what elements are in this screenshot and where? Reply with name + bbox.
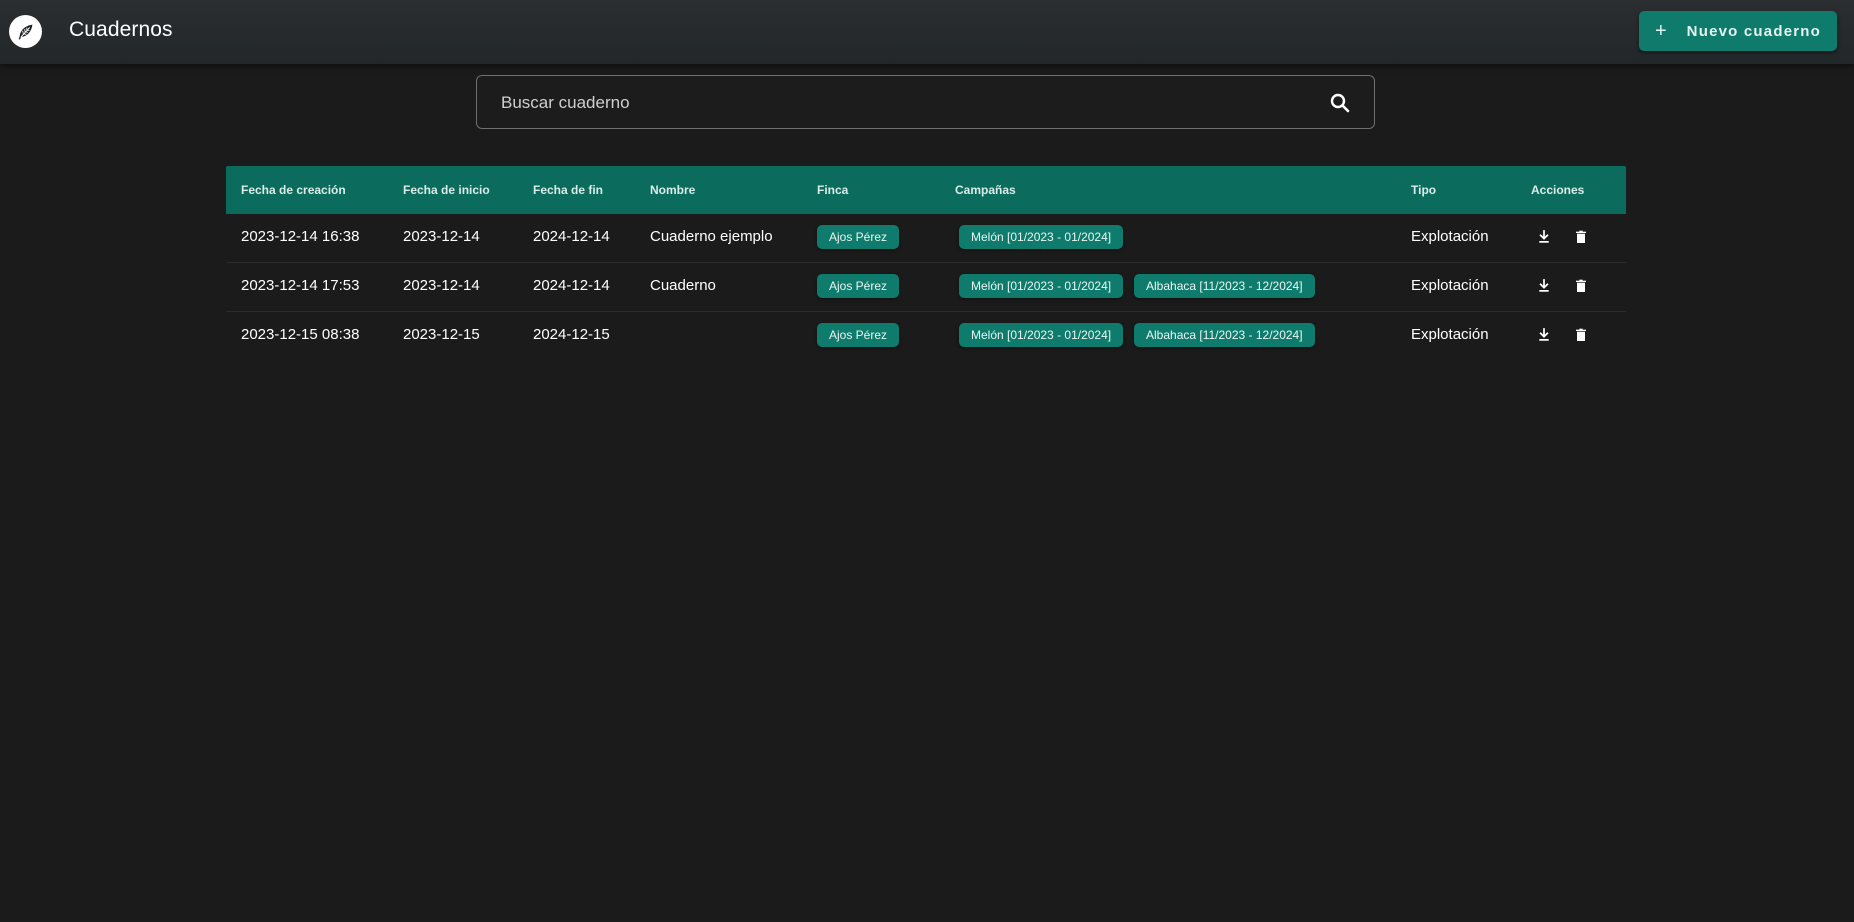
table-row[interactable]: 2023-12-14 17:53 2023-12-14 2024-12-14 C… bbox=[226, 263, 1626, 312]
campaign-chip[interactable]: Albahaca [11/2023 - 12/2024] bbox=[1134, 274, 1315, 298]
farm-chip[interactable]: Ajos Pérez bbox=[817, 274, 900, 298]
column-header-created[interactable]: Fecha de creación bbox=[241, 183, 346, 197]
end-cell: 2024-12-14 bbox=[533, 277, 610, 294]
column-header-campaigns[interactable]: Campañas bbox=[955, 183, 1016, 197]
new-notebook-button-label: Nuevo cuaderno bbox=[1686, 22, 1821, 40]
type-cell: Explotación bbox=[1411, 277, 1489, 294]
top-app-bar: Cuadernos + Nuevo cuaderno bbox=[0, 0, 1854, 64]
farm-chip[interactable]: Ajos Pérez bbox=[817, 225, 900, 249]
delete-icon[interactable] bbox=[1573, 278, 1589, 294]
type-cell: Explotación bbox=[1411, 228, 1489, 245]
notebooks-table: Fecha de creación Fecha de inicio Fecha … bbox=[226, 166, 1626, 360]
end-cell: 2024-12-14 bbox=[533, 228, 610, 245]
created-cell: 2023-12-14 17:53 bbox=[241, 277, 360, 294]
campaign-chip[interactable]: Melón [01/2023 - 01/2024] bbox=[959, 225, 1124, 249]
search-icon[interactable] bbox=[1328, 91, 1352, 115]
delete-icon[interactable] bbox=[1573, 327, 1589, 343]
type-cell: Explotación bbox=[1411, 326, 1489, 343]
start-cell: 2023-12-15 bbox=[403, 326, 480, 343]
campaign-chip[interactable]: Melón [01/2023 - 01/2024] bbox=[959, 323, 1124, 347]
table-row[interactable]: 2023-12-14 16:38 2023-12-14 2024-12-14 C… bbox=[226, 214, 1626, 263]
download-icon[interactable] bbox=[1536, 327, 1552, 343]
page-title: Cuadernos bbox=[69, 18, 173, 41]
start-cell: 2023-12-14 bbox=[403, 277, 480, 294]
column-header-farm[interactable]: Finca bbox=[817, 183, 848, 197]
column-header-start[interactable]: Fecha de inicio bbox=[403, 183, 490, 197]
download-icon[interactable] bbox=[1536, 278, 1552, 294]
search-box bbox=[476, 75, 1375, 129]
table-header: Fecha de creación Fecha de inicio Fecha … bbox=[226, 166, 1626, 214]
search-input[interactable] bbox=[499, 90, 1283, 116]
column-header-end[interactable]: Fecha de fin bbox=[533, 183, 603, 197]
start-cell: 2023-12-14 bbox=[403, 228, 480, 245]
leaf-icon[interactable] bbox=[9, 15, 42, 48]
download-icon[interactable] bbox=[1536, 229, 1552, 245]
column-header-type[interactable]: Tipo bbox=[1411, 183, 1436, 197]
column-header-name[interactable]: Nombre bbox=[650, 183, 695, 197]
delete-icon[interactable] bbox=[1573, 229, 1589, 245]
campaign-chip[interactable]: Melón [01/2023 - 01/2024] bbox=[959, 274, 1124, 298]
new-notebook-button[interactable]: + Nuevo cuaderno bbox=[1639, 11, 1837, 51]
column-header-actions: Acciones bbox=[1531, 183, 1585, 197]
plus-icon: + bbox=[1654, 20, 1667, 42]
name-cell: Cuaderno ejemplo bbox=[650, 228, 773, 245]
created-cell: 2023-12-14 16:38 bbox=[241, 228, 360, 245]
end-cell: 2024-12-15 bbox=[533, 326, 610, 343]
name-cell: Cuaderno bbox=[650, 277, 716, 294]
table-row[interactable]: 2023-12-15 08:38 2023-12-15 2024-12-15 A… bbox=[226, 312, 1626, 360]
farm-chip[interactable]: Ajos Pérez bbox=[817, 323, 900, 347]
campaign-chip[interactable]: Albahaca [11/2023 - 12/2024] bbox=[1134, 323, 1315, 347]
created-cell: 2023-12-15 08:38 bbox=[241, 326, 360, 343]
